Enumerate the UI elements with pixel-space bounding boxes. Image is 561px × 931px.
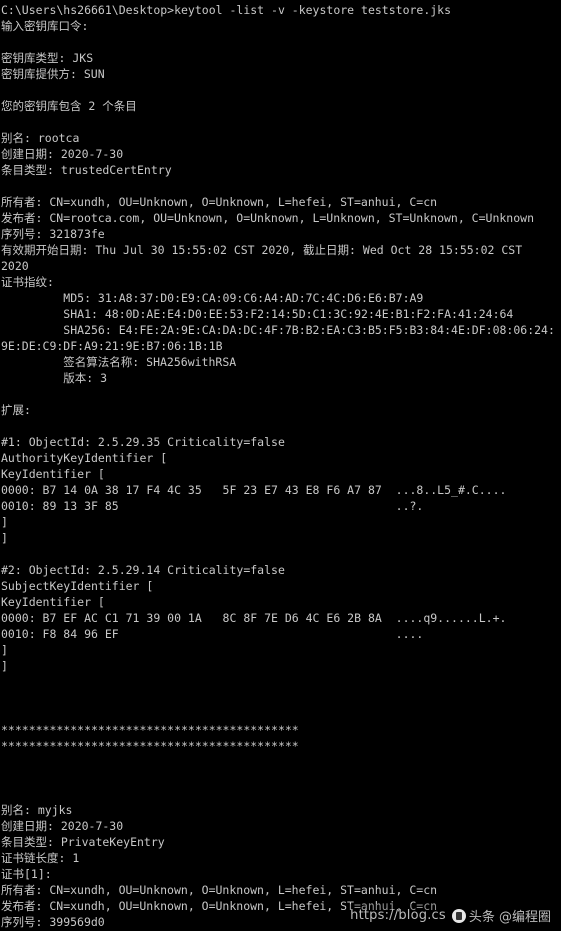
terminal-line: SubjectKeyIdentifier [ [1,579,154,593]
terminal-line: 所有者: CN=xundh, OU=Unknown, O=Unknown, L=… [1,883,438,897]
terminal-line: 条目类型: PrivateKeyEntry [1,835,165,849]
watermark-brand-text: 头条 @编程圈 [468,910,551,925]
terminal-window[interactable]: C:\Users\hs26661\Desktop>keytool -list -… [0,0,561,931]
terminal-line: KeyIdentifier [ [1,595,105,609]
toutiao-logo-icon [451,908,466,923]
terminal-line: 序列号: 321873fe [1,227,105,241]
terminal-line: 所有者: CN=xundh, OU=Unknown, O=Unknown, L=… [1,195,438,209]
terminal-line: 别名: rootca [1,131,80,145]
terminal-line: ] [1,643,8,657]
terminal-line: 证书链长度: 1 [1,851,80,865]
terminal-output: C:\Users\hs26661\Desktop>keytool -list -… [0,0,561,931]
terminal-line: 条目类型: trustedCertEntry [1,163,172,177]
terminal-line: 0000: B7 14 0A 38 17 F4 4C 35 5F 23 E7 4… [1,483,507,497]
terminal-line: ] [1,531,8,545]
terminal-line: ****************************************… [1,739,299,753]
terminal-line: 0010: F8 84 96 EF .... [1,627,424,641]
terminal-line: 有效期开始日期: Thu Jul 30 15:55:02 CST 2020, 截… [1,243,523,257]
watermark-brand: 头条 @编程圈 [451,906,551,925]
terminal-line: #1: ObjectId: 2.5.29.35 Criticality=fals… [1,435,285,449]
terminal-line: ] [1,515,8,529]
terminal-line: 别名: myjks [1,803,73,817]
terminal-line: SHA256: E4:FE:2A:9E:CA:DA:DC:4F:7B:B2:EA… [1,323,555,337]
terminal-line: MD5: 31:A8:37:D0:E9:CA:09:C6:A4:AD:7C:4C… [1,291,424,305]
terminal-line: 发布者: CN=rootca.com, OU=Unknown, O=Unknow… [1,211,534,225]
terminal-line: 版本: 3 [1,371,108,385]
terminal-line: SHA1: 48:0D:AE:E4:D0:EE:53:F2:14:5D:C1:3… [1,307,514,321]
terminal-line: 创建日期: 2020-7-30 [1,147,124,161]
terminal-line: 您的密钥库包含 2 个条目 [1,99,137,113]
watermark-url: https://blog.cs [350,908,446,923]
terminal-line: KeyIdentifier [ [1,467,105,481]
terminal-line: 密钥库提供方: SUN [1,67,105,81]
terminal-line: 创建日期: 2020-7-30 [1,819,124,833]
terminal-line: 0000: B7 EF AC C1 71 39 00 1A 8C 8F 7E D… [1,611,507,625]
terminal-line: ] [1,659,8,673]
terminal-line: 签名算法名称: SHA256withRSA [1,355,237,369]
terminal-line: ****************************************… [1,723,299,737]
terminal-line: AuthorityKeyIdentifier [ [1,451,168,465]
terminal-line: 输入密钥库口令: [1,19,89,33]
watermark: https://blog.cs 头条 @编程圈 [346,904,555,927]
terminal-line: C:\Users\hs26661\Desktop>keytool -list -… [1,3,452,17]
terminal-line: 9E:DE:C9:DF:A9:21:9E:B7:06:1B:1B [1,339,223,353]
terminal-line: 0010: 89 13 3F 85 ..?. [1,499,424,513]
terminal-line: 证书指纹: [1,275,54,289]
terminal-line: #2: ObjectId: 2.5.29.14 Criticality=fals… [1,563,285,577]
terminal-line: 证书[1]: [1,867,52,881]
terminal-line: 2020 [1,259,29,273]
terminal-line: 扩展: [1,403,31,417]
terminal-line: 密钥库类型: JKS [1,51,94,65]
